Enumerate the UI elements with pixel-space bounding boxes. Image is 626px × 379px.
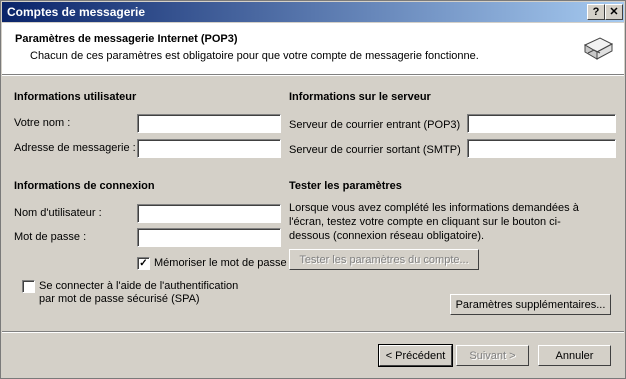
spa-checkbox[interactable] xyxy=(22,280,35,293)
incoming-server-field[interactable] xyxy=(467,114,616,133)
user-info-heading: Informations utilisateur xyxy=(14,91,137,103)
name-label: Votre nom : xyxy=(14,117,71,129)
test-settings-heading: Tester les paramètres xyxy=(289,180,402,192)
remember-password-label: Mémoriser le mot de passe xyxy=(154,257,287,269)
title-bar[interactable]: Comptes de messagerie ? ✕ xyxy=(2,2,624,22)
footer-separator xyxy=(2,331,624,333)
close-button[interactable]: ✕ xyxy=(605,4,623,20)
remember-password-checkbox[interactable]: ✓ xyxy=(137,257,150,270)
header-title: Paramètres de messagerie Internet (POP3) xyxy=(15,33,238,45)
next-button[interactable]: Suivant > xyxy=(456,345,529,366)
header-separator xyxy=(2,74,624,76)
spa-label-line2: par mot de passe sécurisé (SPA) xyxy=(39,293,200,305)
email-field[interactable] xyxy=(137,139,281,158)
username-field[interactable] xyxy=(137,204,281,223)
spa-label-line1: Se connecter à l'aide de l'authentificat… xyxy=(39,280,239,292)
server-info-heading: Informations sur le serveur xyxy=(289,91,431,103)
username-label: Nom d'utilisateur : xyxy=(14,207,102,219)
mail-account-icon xyxy=(583,37,614,60)
more-settings-button[interactable]: Paramètres supplémentaires... xyxy=(450,294,611,315)
help-button[interactable]: ? xyxy=(587,4,605,20)
name-field[interactable] xyxy=(137,114,281,133)
email-label: Adresse de messagerie : xyxy=(14,142,136,154)
test-account-button[interactable]: Tester les paramètres du compte... xyxy=(289,249,479,270)
window-title: Comptes de messagerie xyxy=(7,5,146,19)
test-settings-description: Lorsque vous avez complété les informati… xyxy=(289,202,579,242)
password-label: Mot de passe : xyxy=(14,231,87,243)
back-button[interactable]: < Précédent xyxy=(378,344,453,367)
password-field[interactable] xyxy=(137,228,281,247)
outgoing-server-field[interactable] xyxy=(467,139,616,158)
outgoing-server-label: Serveur de courrier sortant (SMTP) xyxy=(289,144,461,156)
dialog-window: Comptes de messagerie ? ✕ Paramètres de … xyxy=(0,0,626,379)
header-subtitle: Chacun de ces paramètres est obligatoire… xyxy=(30,50,479,62)
login-info-heading: Informations de connexion xyxy=(14,180,155,192)
cancel-button[interactable]: Annuler xyxy=(538,345,611,366)
incoming-server-label: Serveur de courrier entrant (POP3) xyxy=(289,119,461,131)
dialog-header: Paramètres de messagerie Internet (POP3)… xyxy=(2,23,624,74)
